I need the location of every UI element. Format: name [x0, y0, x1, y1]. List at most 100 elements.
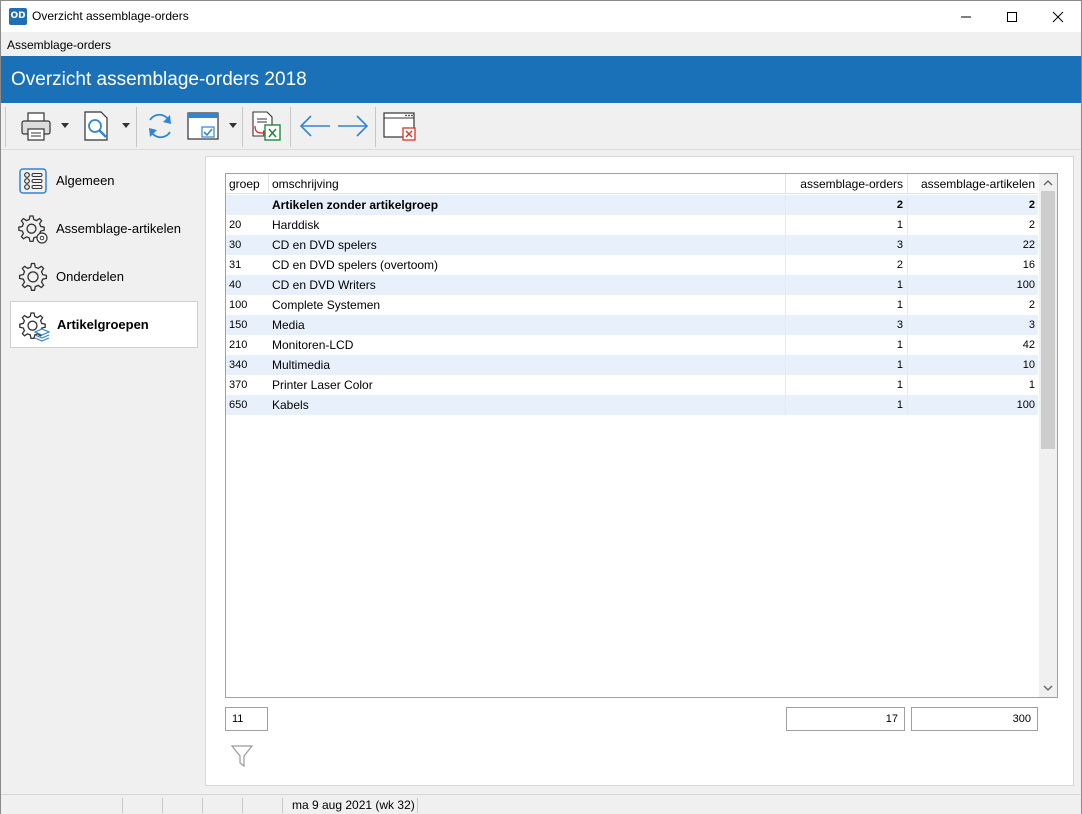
select-layout-icon	[187, 112, 219, 140]
table-row[interactable]: 20 Harddisk 1 2	[226, 215, 1038, 235]
sidebar-item-onderdelen[interactable]: Onderdelen	[10, 253, 198, 300]
minimize-button[interactable]	[943, 1, 989, 32]
cell-groep: 20	[229, 219, 242, 231]
maximize-button[interactable]	[989, 1, 1035, 32]
print-preview-button[interactable]	[79, 107, 115, 145]
cell-omschrijving: Media	[269, 315, 786, 335]
back-button[interactable]	[297, 107, 333, 145]
table-row[interactable]: 100 Complete Systemen 1 2	[226, 295, 1038, 315]
total-orders-box: 17	[786, 707, 905, 731]
statusbar-divider	[122, 798, 123, 813]
sidebar-item-label: Onderdelen	[56, 269, 124, 284]
statusbar-divider	[282, 798, 283, 813]
cell-assemblage-artikelen: 3	[1028, 319, 1035, 331]
export-excel-button[interactable]	[248, 107, 284, 145]
export-excel-icon	[252, 111, 281, 141]
general-icon	[19, 168, 47, 194]
cell-assemblage-orders: 1	[786, 335, 908, 355]
cell-omschrijving: CD en DVD spelers	[269, 235, 786, 255]
back-arrow-icon	[299, 115, 330, 137]
cell-assemblage-orders: 3	[786, 315, 908, 335]
column-header-assemblage-orders[interactable]: assemblage-orders	[786, 174, 908, 194]
scroll-thumb[interactable]	[1041, 191, 1055, 449]
cell-omschrijving: Monitoren-LCD	[269, 335, 786, 355]
title-bar[interactable]: OD Overzicht assemblage-orders	[1, 1, 1081, 32]
cell-omschrijving: Complete Systemen	[269, 295, 786, 315]
statusbar-divider	[202, 798, 203, 813]
cell-groep: 370	[229, 379, 248, 391]
close-icon	[1052, 11, 1064, 22]
sidebar-item-algemeen[interactable]: Algemeen	[10, 157, 198, 204]
table-row[interactable]: 340 Multimedia 1 10	[226, 355, 1038, 375]
cell-assemblage-artikelen: 2	[1028, 219, 1035, 231]
status-date: ma 9 aug 2021 (wk 32)	[292, 798, 415, 812]
maximize-icon	[1007, 11, 1017, 22]
print-dropdown-icon[interactable]	[61, 123, 69, 129]
cell-assemblage-artikelen: 100	[1016, 279, 1035, 291]
layout-dropdown-icon[interactable]	[229, 123, 237, 129]
cell-assemblage-artikelen: 100	[1016, 399, 1035, 411]
cell-assemblage-orders: 2	[786, 255, 908, 275]
sidebar-item-assemblage-artikelen[interactable]: Assemblage-artikelen	[10, 205, 198, 252]
total-count-box: 11	[225, 707, 268, 731]
refresh-icon	[149, 113, 171, 139]
cell-groep: 210	[229, 339, 248, 351]
menu-assemblage-orders[interactable]: Assemblage-orders	[7, 38, 111, 52]
cell-assemblage-orders: 1	[786, 395, 908, 415]
scroll-down-icon[interactable]	[1043, 683, 1053, 693]
column-header-groep[interactable]: groep	[226, 174, 269, 194]
close-button[interactable]	[1035, 1, 1081, 32]
cell-omschrijving: CD en DVD spelers (overtoom)	[269, 255, 786, 275]
print-button[interactable]	[17, 107, 55, 145]
table-row[interactable]: Artikelen zonder artikelgroep 2 2	[226, 195, 1038, 215]
cell-assemblage-artikelen: 42	[1022, 339, 1035, 351]
sidebar-item-label: Assemblage-artikelen	[56, 221, 182, 236]
page-title: Overzicht assemblage-orders 2018	[11, 69, 307, 90]
cell-assemblage-orders: 1	[786, 375, 908, 395]
cell-groep: 30	[229, 239, 242, 251]
table-row[interactable]: 650 Kabels 1 100	[226, 395, 1038, 415]
side-navigation: Algemeen Assemblage-artikelen Onderdelen	[10, 157, 198, 349]
cell-omschrijving: Printer Laser Color	[269, 375, 786, 395]
cell-omschrijving: Harddisk	[269, 215, 786, 235]
refresh-button[interactable]	[142, 107, 178, 145]
table-row[interactable]: 210 Monitoren-LCD 1 42	[226, 335, 1038, 355]
toolbar-separator	[290, 107, 291, 147]
statusbar-divider	[162, 798, 163, 813]
toolbar-separator	[242, 107, 243, 147]
table-row[interactable]: 40 CD en DVD Writers 1 100	[226, 275, 1038, 295]
forward-button[interactable]	[335, 107, 371, 145]
filter-icon[interactable]	[231, 744, 253, 768]
total-artikelen-box: 300	[911, 707, 1038, 731]
cell-omschrijving: CD en DVD Writers	[269, 275, 786, 295]
cell-groep: 340	[229, 359, 248, 371]
print-preview-dropdown-icon[interactable]	[122, 123, 130, 129]
statusbar-divider	[417, 798, 418, 813]
app-logo-icon: OD	[9, 8, 27, 25]
sidebar-item-artikelgroepen[interactable]: Artikelgroepen	[10, 301, 198, 348]
cell-assemblage-artikelen: 2	[1028, 299, 1035, 311]
toolbar-separator	[5, 107, 6, 147]
cell-groep: 31	[229, 259, 242, 271]
table-row[interactable]: 150 Media 3 3	[226, 315, 1038, 335]
table-row[interactable]: 370 Printer Laser Color 1 1	[226, 375, 1038, 395]
cell-assemblage-orders: 2	[786, 195, 908, 215]
toolbar	[1, 103, 1081, 150]
cell-groep: 150	[229, 319, 248, 331]
cell-groep: 100	[229, 299, 248, 311]
print-preview-icon	[84, 111, 108, 141]
close-overview-button[interactable]	[381, 107, 419, 145]
cell-omschrijving: Kabels	[269, 395, 786, 415]
sidebar-item-label: Algemeen	[56, 173, 115, 188]
column-header-assemblage-artikelen[interactable]: assemblage-artikelen	[908, 174, 1038, 194]
table-row[interactable]: 31 CD en DVD spelers (overtoom) 2 16	[226, 255, 1038, 275]
cell-assemblage-artikelen: 2	[1028, 199, 1035, 211]
scroll-up-icon[interactable]	[1043, 178, 1053, 188]
data-grid[interactable]: groep omschrijving assemblage-orders ass…	[225, 173, 1058, 698]
table-row[interactable]: 30 CD en DVD spelers 3 22	[226, 235, 1038, 255]
vertical-scrollbar[interactable]	[1039, 174, 1057, 697]
toolbar-separator	[375, 107, 376, 147]
cell-assemblage-artikelen: 22	[1022, 239, 1035, 251]
column-header-omschrijving[interactable]: omschrijving	[269, 174, 786, 194]
select-layout-button[interactable]	[185, 107, 223, 145]
